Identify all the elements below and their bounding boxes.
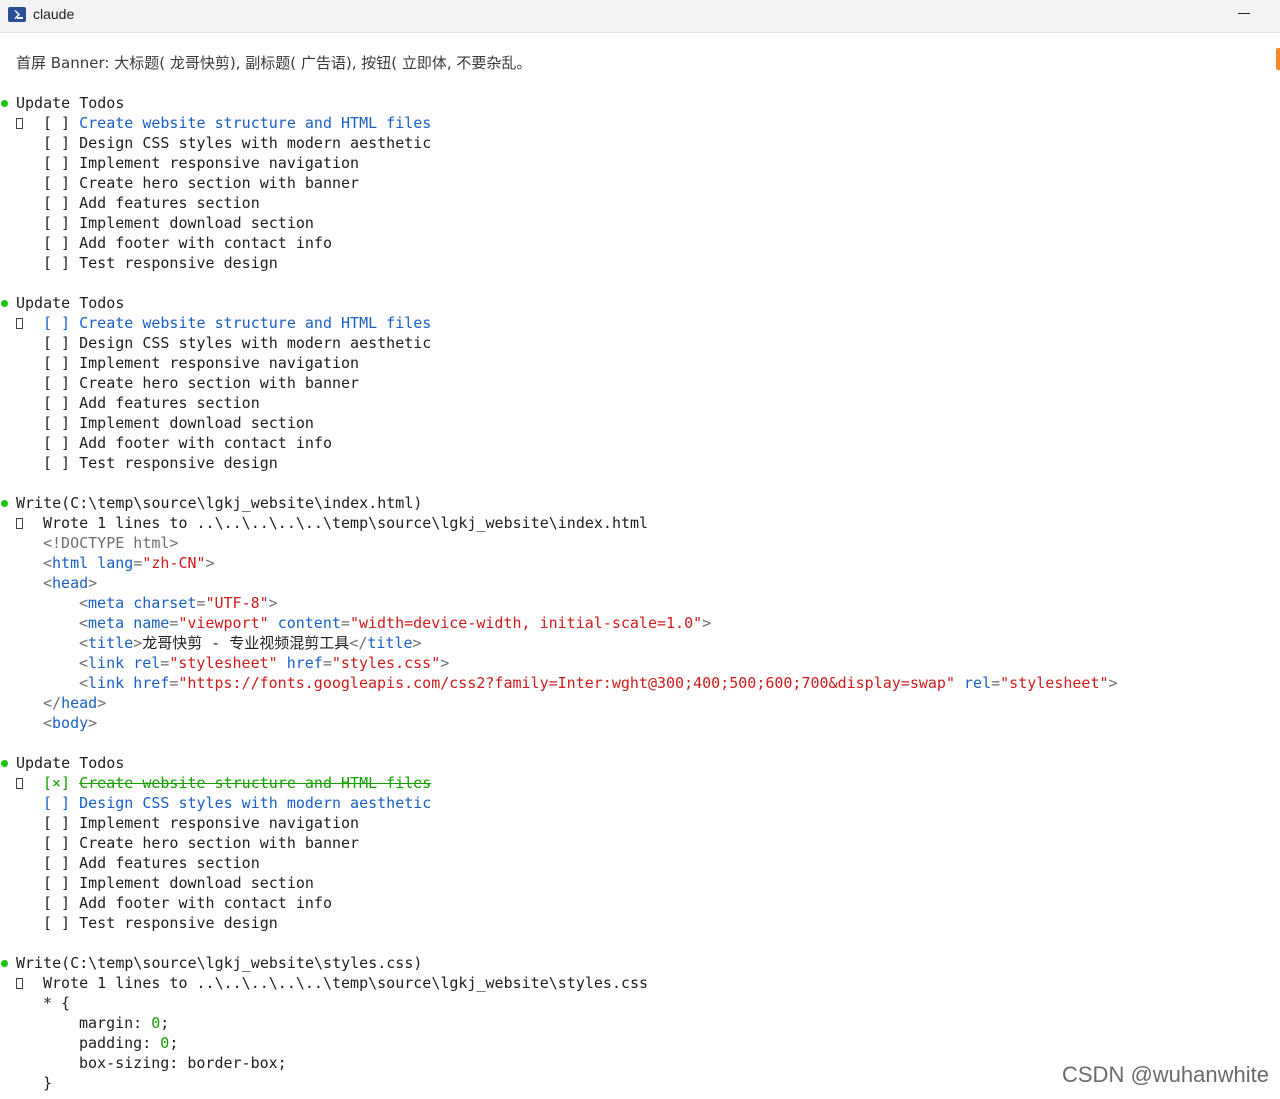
branch-icon <box>16 778 23 789</box>
watermark: CSDN @wuhanwhite <box>1062 1062 1269 1087</box>
todo-item: [ ] Add features section <box>43 854 260 872</box>
window-title: claude <box>33 6 75 22</box>
todo-item-done: [×] Create website structure and HTML fi… <box>43 774 432 792</box>
todo-item: [ ] Design CSS styles with modern aesthe… <box>43 334 432 352</box>
write-header: Write(C:\temp\source\lgkj_website\styles… <box>16 954 423 972</box>
code-line: <link rel="stylesheet" href="styles.css"… <box>79 654 450 672</box>
user-prompt: 首屏 Banner: 大标题( 龙哥快剪), 副标题( 广告语), 按钮( 立即… <box>16 54 532 72</box>
status-dot <box>1 300 8 307</box>
code-line: padding: 0; <box>79 1034 179 1052</box>
status-dot <box>1 960 8 967</box>
todo-item: [ ] Add footer with contact info <box>43 234 332 252</box>
code-line: <!DOCTYPE html> <box>43 534 179 552</box>
todo-item: [ ] Add footer with contact info <box>43 434 332 452</box>
minimize-icon <box>1238 13 1250 14</box>
code-line: <body> <box>43 714 98 732</box>
todo-item: [ ] Create hero section with banner <box>43 374 360 392</box>
todo-header: Update Todos <box>16 294 125 312</box>
todo-item: [ ] Add features section <box>43 394 260 412</box>
write-result: Wrote 1 lines to ..\..\..\..\..\temp\sou… <box>43 514 649 532</box>
code-line: <link href="https://fonts.googleapis.com… <box>79 674 1118 692</box>
title-bar: claude <box>0 0 1280 33</box>
terminal-output[interactable]: 首屏 Banner: 大标题( 龙哥快剪), 副标题( 广告语), 按钮( 立即… <box>0 33 1280 1099</box>
todo-item: [ ] Implement download section <box>43 874 314 892</box>
todo-item: [ ] Add features section <box>43 194 260 212</box>
write-result: Wrote 1 lines to ..\..\..\..\..\temp\sou… <box>43 974 649 992</box>
todo-item: [ ] Implement responsive navigation <box>43 814 360 832</box>
todo-item: [ ] Create website structure and HTML fi… <box>43 314 432 332</box>
status-dot <box>1 100 8 107</box>
todo-item: [ ] Implement download section <box>43 214 314 232</box>
todo-item: [ ] Add footer with contact info <box>43 894 332 912</box>
code-line: } <box>43 1074 53 1092</box>
code-line: <html lang="zh-CN"> <box>43 554 215 572</box>
todo-item: [ ] Create hero section with banner <box>43 834 360 852</box>
minimize-button[interactable] <box>1226 0 1262 30</box>
code-line: <meta charset="UTF-8"> <box>79 594 278 612</box>
todo-item: [ ] Implement responsive navigation <box>43 154 360 172</box>
write-header: Write(C:\temp\source\lgkj_website\index.… <box>16 494 423 512</box>
code-line: <meta name="viewport" content="width=dev… <box>79 614 712 632</box>
code-line: <head> <box>43 574 98 592</box>
todo-header: Update Todos <box>16 754 125 772</box>
branch-icon <box>16 978 23 989</box>
status-dot <box>1 760 8 767</box>
code-line: </head> <box>43 694 107 712</box>
todo-header: Update Todos <box>16 94 125 112</box>
code-line: <title>龙哥快剪 - 专业视频混剪工具</title> <box>79 634 422 652</box>
todo-item: [ ] Implement download section <box>43 414 314 432</box>
code-line: box-sizing: border-box; <box>79 1054 287 1072</box>
code-line: margin: 0; <box>79 1014 170 1032</box>
status-dot <box>1 500 8 507</box>
todo-item: [ ] Create website structure and HTML fi… <box>43 114 432 132</box>
code-line: * { <box>43 994 71 1012</box>
todo-item: [ ] Test responsive design <box>43 914 278 932</box>
branch-icon <box>16 518 23 529</box>
todo-item: [ ] Create hero section with banner <box>43 174 360 192</box>
todo-item: [ ] Test responsive design <box>43 254 278 272</box>
todo-item: [ ] Design CSS styles with modern aesthe… <box>43 794 432 812</box>
branch-icon <box>16 118 23 129</box>
powershell-icon <box>8 7 26 22</box>
todo-item: [ ] Implement responsive navigation <box>43 354 360 372</box>
todo-item: [ ] Test responsive design <box>43 454 278 472</box>
branch-icon <box>16 318 23 329</box>
todo-item: [ ] Design CSS styles with modern aesthe… <box>43 134 432 152</box>
